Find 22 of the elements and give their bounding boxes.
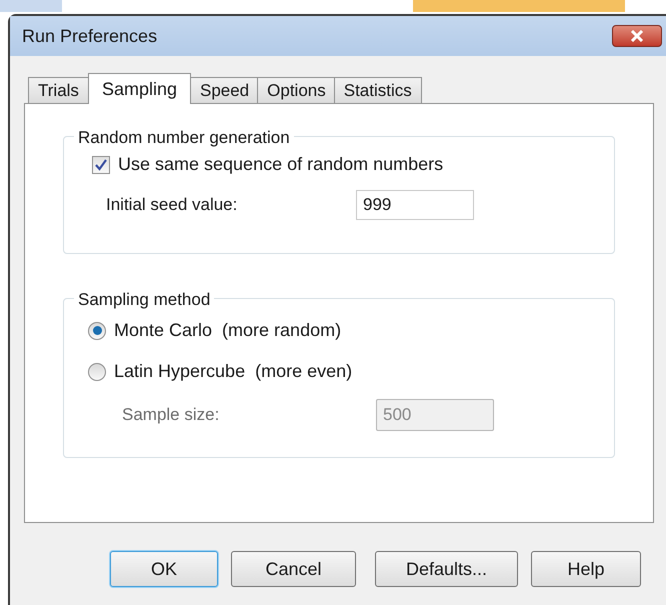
- dialog-button[interactable]: Defaults...: [375, 551, 518, 587]
- checkbox-label: Use same sequence of random numbers: [118, 153, 444, 176]
- background-window: [0, 0, 62, 12]
- dialog-button[interactable]: Cancel: [231, 551, 356, 587]
- radio-label: Monte Carlo (more random): [114, 319, 342, 342]
- close-icon: [629, 30, 645, 42]
- dialog-button[interactable]: Help: [531, 551, 641, 587]
- tab[interactable]: Speed: [190, 77, 260, 103]
- window-title: Run Preferences: [22, 24, 158, 48]
- field-label: Sample size:: [122, 404, 220, 426]
- dialog-button[interactable]: OK: [110, 551, 218, 587]
- checkbox[interactable]: [92, 156, 110, 174]
- tab[interactable]: Sampling: [88, 73, 191, 104]
- field-label: Initial seed value:: [106, 194, 238, 216]
- radio-label: Latin Hypercube (more even): [114, 360, 352, 383]
- radio-button[interactable]: [88, 322, 106, 340]
- input-field[interactable]: 999: [356, 190, 474, 220]
- tab[interactable]: Statistics: [334, 77, 422, 103]
- tab[interactable]: Options: [257, 77, 336, 103]
- close-button[interactable]: [612, 25, 662, 47]
- tab[interactable]: Trials: [28, 77, 89, 103]
- radio-button[interactable]: [88, 362, 106, 380]
